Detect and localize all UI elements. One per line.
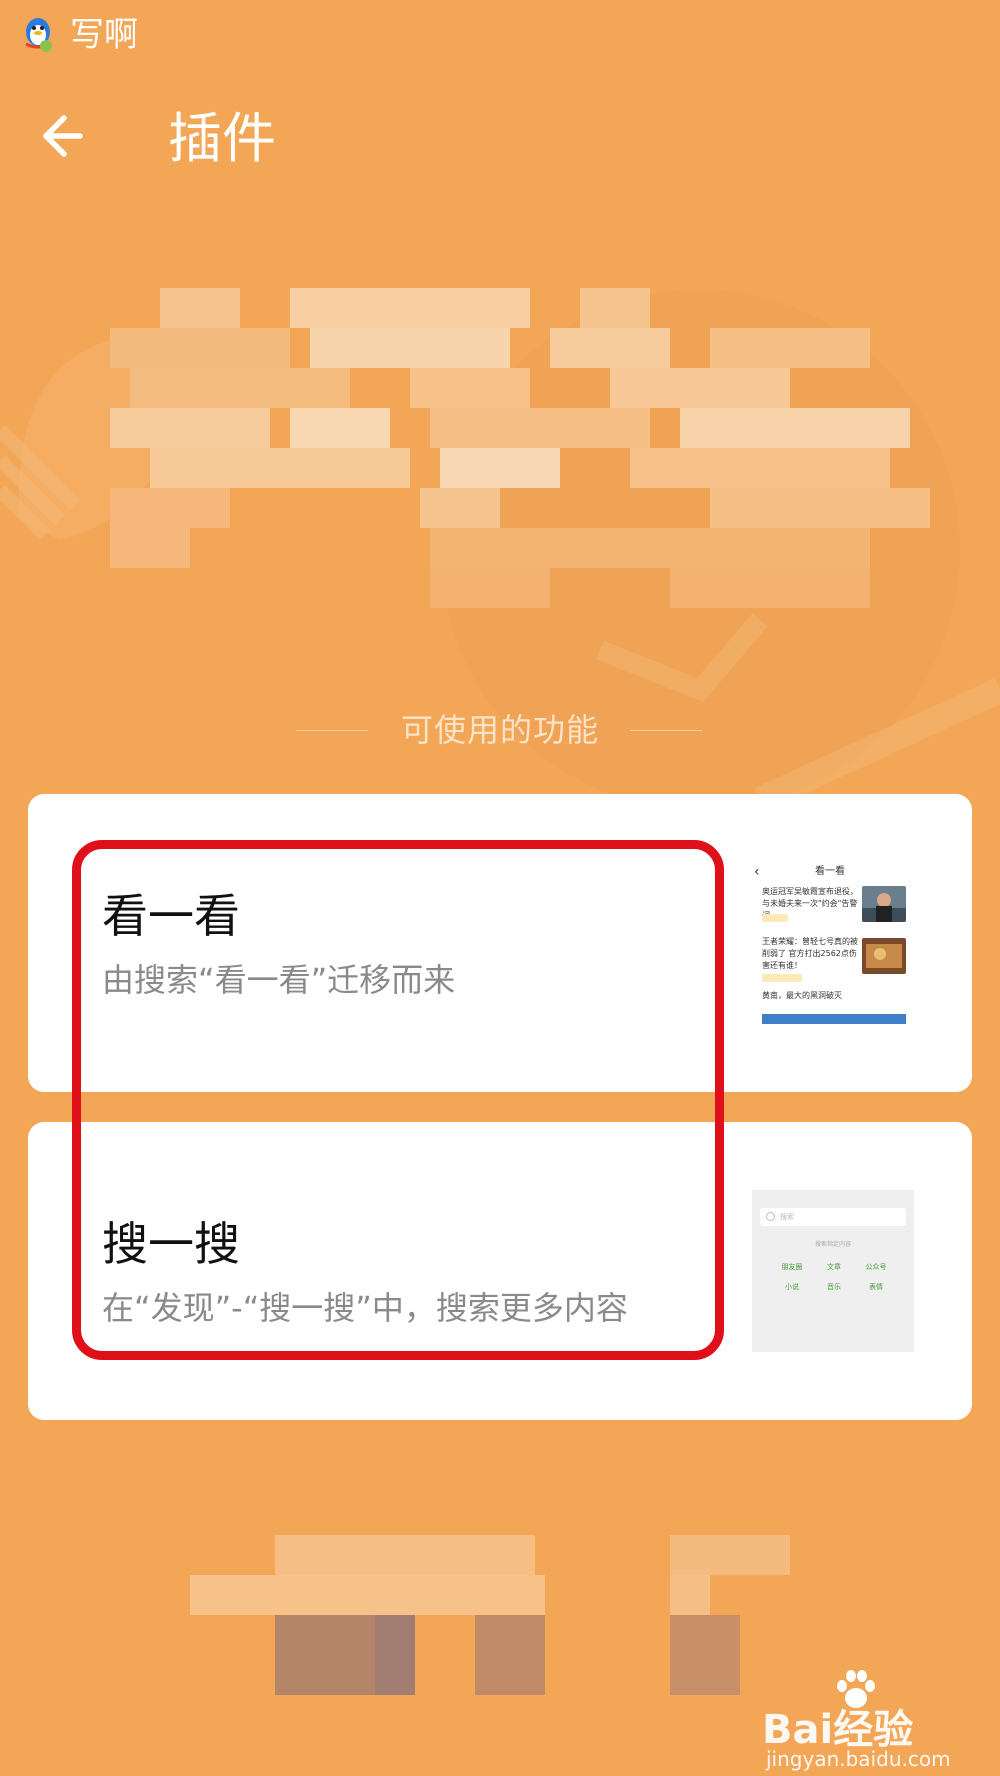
back-button[interactable]: [36, 104, 100, 168]
section-divider: 可使用的功能: [0, 708, 1000, 752]
preview-link: 音乐: [827, 1283, 841, 1291]
status-bar: 写啊: [0, 0, 1000, 70]
preview-hint: 搜索指定内容: [814, 1241, 851, 1248]
preview-link: 小说: [785, 1283, 799, 1291]
preview-image: [862, 886, 906, 922]
preview-link: 朋友圈: [781, 1263, 803, 1271]
highlight-box: [72, 840, 724, 1360]
preview-title: 看一看: [815, 866, 845, 877]
divider-line-right: [630, 730, 702, 731]
watermark-url: jingyan.baidu.com: [766, 1747, 951, 1771]
back-arrow-icon: [43, 115, 83, 157]
qq-penguin-icon: [25, 18, 52, 52]
app-name: 写啊: [70, 15, 138, 55]
preview-tag: [762, 914, 788, 922]
preview-article: 王者荣耀：曾轻七号真的被削弱了 官方打出2562点伤害还有谁！: [762, 937, 858, 970]
preview-header: ‹ 看一看: [754, 864, 906, 880]
preview-search-box: 搜索: [760, 1208, 906, 1226]
pixelated-banner: [110, 288, 930, 608]
plugin-preview-kanyikan: ‹ 看一看 奥运冠军吴敏霞宣布退役，与未婚夫来一次"约会"告警词 王者荣耀：曾轻…: [754, 862, 906, 1024]
preview-link: 公众号: [865, 1263, 887, 1271]
preview-search-placeholder: 搜索: [780, 1213, 794, 1221]
preview-banner: [762, 1014, 906, 1024]
preview-article: 黄南，最大的黑洞破灭: [762, 991, 842, 1000]
page-title: 插件: [168, 107, 276, 170]
paw-icon: [837, 1670, 875, 1708]
section-label: 可使用的功能: [400, 711, 599, 749]
preview-link: 表情: [869, 1283, 883, 1291]
pixelated-footer: [190, 1535, 790, 1695]
watermark-brand: Bai经验: [762, 1707, 914, 1753]
preview-tag: [762, 974, 802, 982]
preview-image: [862, 938, 906, 974]
baidu-jingyan-watermark: Bai经验 jingyan.baidu.com: [762, 1668, 982, 1771]
preview-link: 文章: [827, 1263, 841, 1271]
plugin-preview-souyisou: 搜索 搜索指定内容 朋友圈 文章 公众号 小说 音乐 表情: [752, 1190, 914, 1352]
search-icon: [766, 1212, 775, 1221]
